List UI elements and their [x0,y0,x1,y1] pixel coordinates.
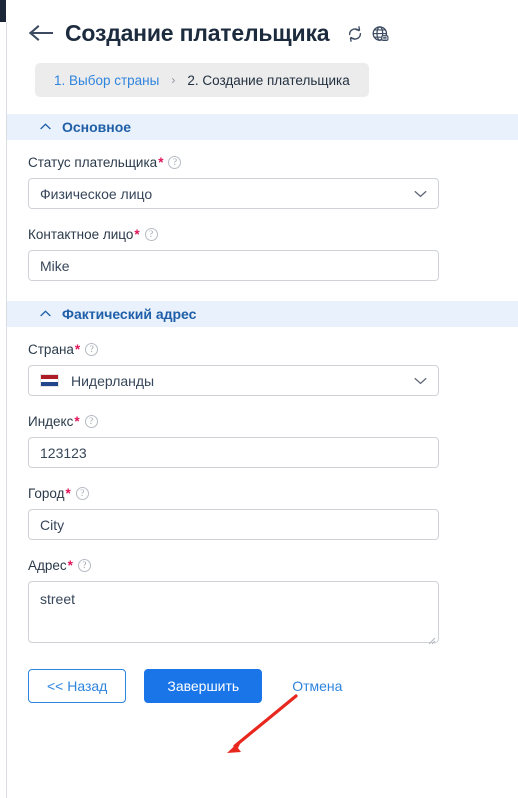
label-text: Город [28,486,65,501]
help-icon[interactable]: ? [77,559,91,572]
globe-icon[interactable] [371,25,390,44]
payer-status-value: Физическое лицо [40,185,153,202]
help-icon[interactable]: ? [75,487,89,500]
breadcrumb-step-2[interactable]: 2. Создание плательщика [187,73,349,88]
contact-person-input[interactable]: Mike [28,250,439,281]
breadcrumb: 1. Выбор страны › 2. Создание плательщик… [35,63,369,97]
field-label-address: Адрес * ? [28,557,518,574]
payer-status-select[interactable]: Физическое лицо [28,178,439,209]
field-city: Город * ? City [7,485,518,540]
collapsed-sidebar-rail[interactable] [0,0,6,22]
label-text: Контактное лицо [28,227,134,242]
city-value: City [40,516,65,533]
section-header-actual-address[interactable]: Фактический адрес [7,301,518,327]
field-label-city: Город * ? [28,485,518,502]
required-marker: * [74,414,80,429]
field-label-contact-person: Контактное лицо * ? [28,226,518,243]
breadcrumb-wrapper: 1. Выбор страны › 2. Создание плательщик… [7,50,518,97]
back-button[interactable] [28,22,54,44]
field-label-postal-code: Индекс * ? [28,413,518,430]
help-icon[interactable]: ? [144,228,158,241]
address-value: street [40,591,76,607]
page-container: Создание плательщика 1. Выбор страны › 2… [7,0,518,798]
city-input[interactable]: City [28,509,439,540]
required-marker: * [67,558,73,573]
cancel-button[interactable]: Отмена [288,669,346,703]
label-text: Страна [28,342,74,357]
field-address: Адрес * ? street [7,557,518,645]
chevron-down-icon [414,190,427,198]
page-title: Создание плательщика [65,19,330,46]
label-text: Адрес [28,558,67,573]
chevron-down-icon [414,377,427,385]
field-country: Страна * ? Нидерланды [7,341,518,396]
flag-netherlands-icon [40,374,59,387]
breadcrumb-step-1[interactable]: 1. Выбор страны [54,73,159,88]
chevron-up-icon [40,310,51,317]
help-icon[interactable]: ? [168,156,182,169]
required-marker: * [65,486,71,501]
payer-form: Основное Статус плательщика * ? Физическ… [7,97,518,645]
arrow-left-icon [29,25,53,41]
field-payer-status: Статус плательщика * ? Физическое лицо [7,154,518,209]
field-postal-code: Индекс * ? 123123 [7,413,518,468]
back-step-button[interactable]: << Назад [28,669,127,703]
section-title-basic: Основное [62,119,132,135]
help-icon[interactable]: ? [84,415,98,428]
resize-handle-icon[interactable] [428,632,436,645]
refresh-icon[interactable] [346,25,364,43]
postal-code-input[interactable]: 123123 [28,437,439,468]
required-marker: * [74,342,81,357]
required-marker: * [134,227,140,242]
label-text: Статус плательщика [28,155,158,170]
field-label-country: Страна * ? [28,341,518,358]
country-value: Нидерланды [71,372,155,389]
required-marker: * [158,155,164,170]
submit-button[interactable]: Завершить [144,669,263,703]
section-header-basic[interactable]: Основное [7,114,518,140]
country-select[interactable]: Нидерланды [28,365,439,396]
field-label-payer-status: Статус плательщика * ? [28,154,518,171]
postal-code-value: 123123 [40,444,87,461]
section-title-actual-address: Фактический адрес [62,306,197,322]
label-text: Индекс [28,414,74,429]
address-textarea[interactable]: street [28,581,439,645]
field-contact-person: Контактное лицо * ? Mike [7,226,518,281]
breadcrumb-separator-icon: › [171,73,176,87]
contact-person-value: Mike [40,257,70,274]
form-footer: << Назад Завершить Отмена [7,643,518,703]
header-icon-group [346,25,390,44]
page-header: Создание плательщика [7,0,518,50]
chevron-up-icon [40,123,51,130]
help-icon[interactable]: ? [85,343,99,356]
